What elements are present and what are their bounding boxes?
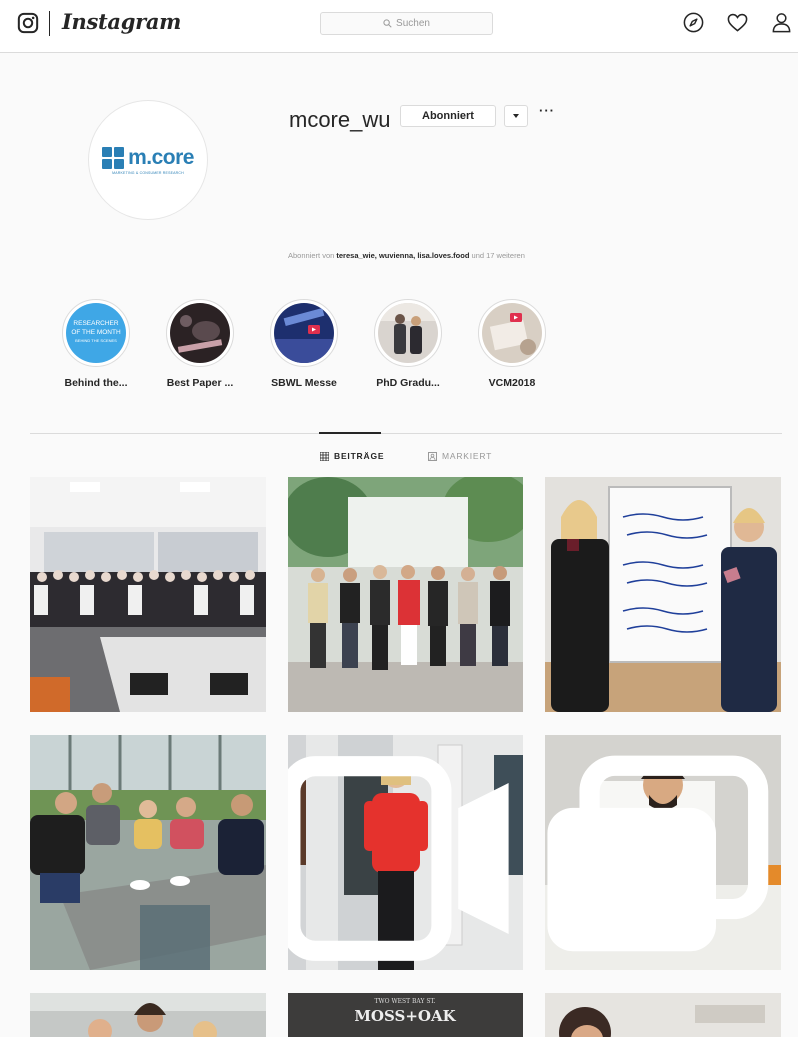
post-image	[545, 993, 781, 1037]
highlight-behind-the-scenes[interactable]: RESEARCHER OF THE MONTH BEHIND THE SCENE…	[61, 299, 131, 389]
profile-username: mcore_wu	[289, 107, 391, 132]
post-image	[30, 993, 266, 1037]
post-thumbnail-4[interactable]	[30, 735, 266, 970]
highlight-cover	[482, 303, 542, 363]
instagram-wordmark[interactable]: Instagram	[62, 9, 181, 34]
user-icon[interactable]	[770, 11, 793, 34]
tab-posts[interactable]: BEITRÄGE	[320, 451, 384, 461]
video-icon	[288, 756, 509, 961]
search-placeholder: Suchen	[396, 18, 430, 29]
suggestions-dropdown-button[interactable]	[504, 105, 528, 127]
mcore-logo-icon	[102, 146, 125, 169]
follower-link[interactable]: wuvienna	[379, 251, 413, 260]
tab-tagged-label: MARKIERT	[442, 451, 493, 461]
highlight-sbwl-messe[interactable]: SBWL Messe	[269, 299, 339, 389]
highlight-phd-graduation[interactable]: PhD Gradu...	[373, 299, 443, 389]
post-image	[288, 477, 523, 712]
highlight-best-paper[interactable]: Best Paper ...	[165, 299, 235, 389]
follower-link[interactable]: lisa.loves.food	[417, 251, 469, 260]
tab-tagged[interactable]: MARKIERT	[428, 451, 492, 461]
tabs-divider	[30, 433, 782, 434]
heart-icon[interactable]	[726, 11, 749, 34]
followed-by-prefix: Abonniert von	[288, 251, 335, 260]
svg-text:RESEARCHER: RESEARCHER	[73, 320, 118, 327]
highlight-cover: RESEARCHER OF THE MONTH BEHIND THE SCENE…	[66, 303, 126, 363]
post-image	[30, 477, 266, 712]
active-tab-indicator	[319, 432, 381, 434]
post-thumbnail-7[interactable]	[30, 993, 266, 1037]
carousel-icon	[547, 755, 769, 952]
more-options-button[interactable]: ···	[539, 103, 555, 118]
followed-by-text: Abonniert von teresa_wie, wuvienna, lisa…	[288, 251, 525, 260]
post-thumbnail-6[interactable]	[545, 735, 781, 970]
post-image	[545, 477, 781, 712]
highlight-label: PhD Gradu...	[376, 377, 440, 389]
following-button[interactable]: Abonniert	[400, 105, 496, 127]
highlight-label: VCM2018	[488, 377, 536, 389]
svg-text:OF THE MONTH: OF THE MONTH	[71, 329, 121, 336]
tab-posts-label: BEITRÄGE	[334, 451, 385, 461]
mcore-logo-text: m.core	[128, 145, 194, 169]
highlight-cover	[170, 303, 230, 363]
post-image: TWO WEST BAY ST. MOSS+OAK	[288, 993, 523, 1037]
svg-text:BEHIND THE SCENES: BEHIND THE SCENES	[75, 338, 117, 343]
post-thumbnail-8[interactable]: TWO WEST BAY ST. MOSS+OAK	[288, 993, 523, 1037]
followed-by-suffix: und 17 weiteren	[471, 251, 525, 260]
highlight-cover	[378, 303, 438, 363]
svg-text:MOSS+OAK: MOSS+OAK	[354, 1007, 456, 1025]
post-thumbnail-1[interactable]	[30, 477, 266, 712]
post-thumbnail-3[interactable]	[545, 477, 781, 712]
logo-separator	[49, 11, 50, 36]
search-input[interactable]: Suchen	[320, 12, 493, 35]
grid-icon	[320, 451, 329, 461]
search-icon	[383, 19, 392, 28]
highlight-label: Best Paper ...	[166, 377, 234, 389]
mcore-logo-subtext: MARKETING & CONSUMER RESEARCH	[112, 170, 184, 175]
post-image	[30, 735, 266, 970]
tag-icon	[428, 451, 437, 461]
post-thumbnail-2[interactable]	[288, 477, 523, 712]
post-thumbnail-9[interactable]	[545, 993, 781, 1037]
top-navigation-bar: Instagram Suchen	[0, 0, 798, 53]
nav-icon-group	[682, 11, 793, 34]
highlight-label: Behind the...	[64, 377, 128, 389]
svg-text:TWO WEST BAY ST.: TWO WEST BAY ST.	[374, 998, 435, 1005]
post-thumbnail-5[interactable]	[288, 735, 523, 970]
highlight-vcm2018[interactable]: VCM2018	[477, 299, 547, 389]
follower-link[interactable]: teresa_wie	[336, 251, 374, 260]
mcore-logo: m.core	[102, 146, 194, 170]
compass-icon[interactable]	[682, 11, 705, 34]
highlight-label: SBWL Messe	[271, 377, 337, 389]
profile-avatar[interactable]: m.core MARKETING & CONSUMER RESEARCH	[88, 100, 208, 220]
instagram-logo-icon[interactable]	[17, 12, 39, 34]
chevron-down-icon	[513, 114, 519, 118]
highlight-cover	[274, 303, 334, 363]
